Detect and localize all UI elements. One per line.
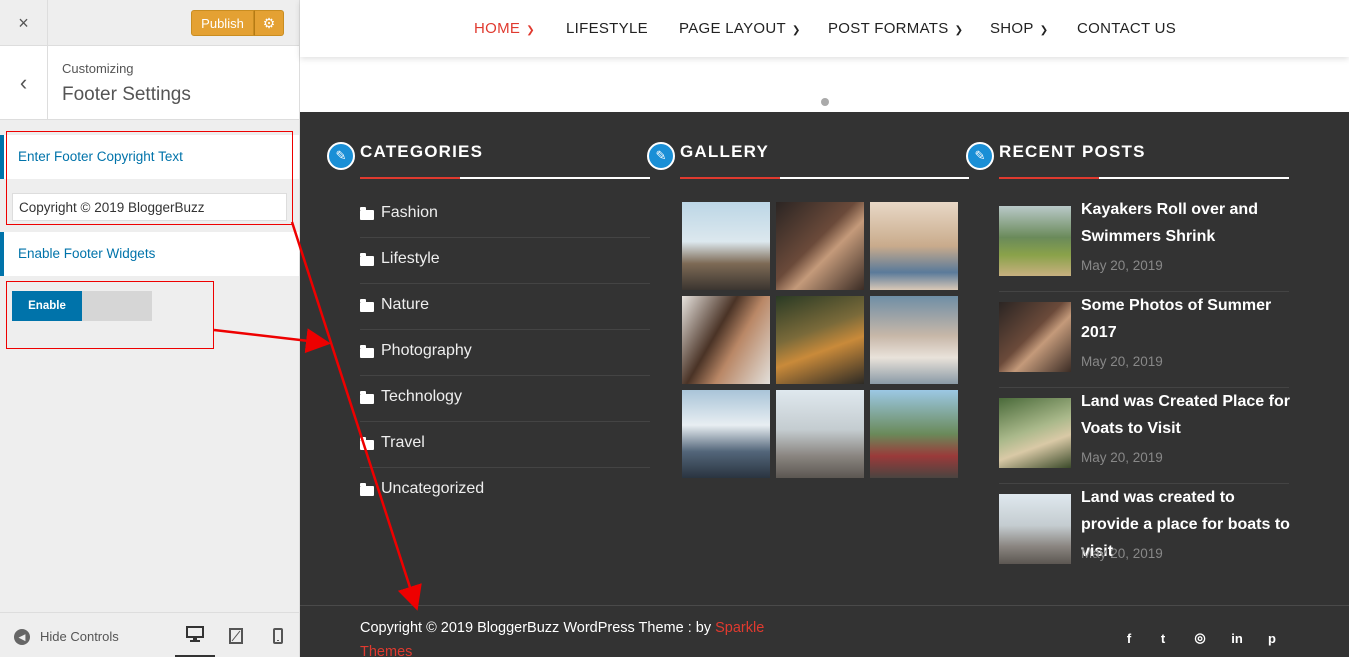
pencil-icon: ✎ [647, 142, 675, 170]
post-date: May 20, 2019 [1081, 354, 1163, 369]
twitter-icon[interactable]: t [1155, 630, 1171, 646]
folder-icon [360, 253, 374, 266]
post-thumbnail[interactable] [999, 398, 1071, 468]
post-date: May 20, 2019 [1081, 546, 1163, 561]
folder-icon [360, 437, 374, 450]
gallery-image[interactable] [776, 390, 864, 478]
gallery-image[interactable] [870, 202, 958, 290]
category-item[interactable]: Uncategorized [360, 468, 650, 514]
recent-post-item[interactable]: Land was created to provide a place for … [999, 484, 1290, 580]
gallery-image[interactable] [870, 296, 958, 384]
gallery-image[interactable] [682, 202, 770, 290]
folder-icon [360, 299, 374, 312]
copyright-text-label: Copyright © 2019 BloggerBuzz WordPress T… [360, 620, 716, 636]
nav-item-post-formats[interactable]: POST FORMATS ❯ [828, 20, 963, 37]
nav-item-home[interactable]: HOME ❯ [474, 20, 535, 37]
title-underline [999, 177, 1289, 179]
recent-post-item[interactable]: Some Photos of Summer 2017 May 20, 2019 [999, 292, 1289, 388]
folder-icon [360, 483, 374, 496]
category-item[interactable]: Photography [360, 330, 650, 376]
slider-dot[interactable] [821, 98, 829, 106]
hide-controls-icon[interactable]: ◀ [14, 629, 30, 645]
folder-icon [360, 391, 374, 404]
gallery-title: GALLERY [680, 142, 769, 161]
category-item[interactable]: Travel [360, 422, 650, 468]
nav-item-contact-us[interactable]: CONTACT US [1077, 20, 1176, 37]
main-navigation [300, 0, 1349, 57]
desktop-icon[interactable] [175, 613, 215, 657]
category-label[interactable]: Technology [381, 388, 462, 406]
post-title[interactable]: Some Photos of Summer 2017 [1081, 292, 1291, 346]
nav-item-shop[interactable]: SHOP ❯ [990, 20, 1048, 37]
recent-post-item[interactable]: Land was Created Place for Voats to Visi… [999, 388, 1291, 484]
pencil-icon: ✎ [966, 142, 994, 170]
category-label[interactable]: Nature [381, 296, 429, 314]
post-thumbnail[interactable] [999, 302, 1071, 372]
gallery-image[interactable] [682, 296, 770, 384]
facebook-icon[interactable]: f [1121, 630, 1137, 646]
category-label[interactable]: Photography [381, 342, 472, 360]
publish-button[interactable]: Publish [191, 10, 254, 36]
pencil-icon: ✎ [327, 142, 355, 170]
hide-controls-label[interactable]: Hide Controls [40, 629, 119, 644]
gear-icon[interactable]: ⚙ [254, 10, 284, 36]
gallery-image[interactable] [870, 390, 958, 478]
post-date: May 20, 2019 [1081, 258, 1163, 273]
back-icon[interactable]: ‹ [0, 46, 48, 120]
gallery-image[interactable] [682, 390, 770, 478]
folder-icon [360, 207, 374, 220]
category-item[interactable]: Nature [360, 284, 650, 330]
instagram-icon[interactable]: ◎ [1192, 630, 1208, 646]
post-title[interactable]: Land was Created Place for Voats to Visi… [1081, 388, 1291, 442]
customizing-label: Customizing [62, 61, 134, 76]
category-item[interactable]: Lifestyle [360, 238, 650, 284]
widgets-section-label: Enable Footer Widgets [18, 246, 156, 261]
gallery-image[interactable] [776, 202, 864, 290]
customizer-sidebar: × Publish ⚙ ‹ Customizing Footer Setting… [0, 0, 300, 657]
category-label[interactable]: Uncategorized [381, 480, 484, 498]
categories-title: CATEGORIES [360, 142, 484, 161]
panel-title: Footer Settings [62, 84, 191, 105]
post-thumbnail[interactable] [999, 206, 1071, 276]
title-underline [360, 177, 650, 179]
recent-post-item[interactable]: Kayakers Roll over and Swimmers Shrink M… [999, 196, 1289, 292]
gallery-image[interactable] [776, 296, 864, 384]
category-item[interactable]: Technology [360, 376, 650, 422]
category-item[interactable]: Fashion [360, 192, 650, 238]
copyright-text: Copyright © 2019 BloggerBuzz WordPress T… [360, 616, 790, 657]
nav-item-page-layout[interactable]: PAGE LAYOUT ❯ [679, 20, 801, 37]
category-label[interactable]: Lifestyle [381, 250, 440, 268]
tablet-icon[interactable] [216, 613, 256, 657]
footer-divider [300, 605, 1349, 606]
post-date: May 20, 2019 [1081, 450, 1163, 465]
close-icon[interactable]: × [0, 0, 48, 46]
post-title[interactable]: Kayakers Roll over and Swimmers Shrink [1081, 196, 1291, 250]
nav-item-lifestyle[interactable]: LIFESTYLE [566, 20, 648, 37]
widgets-section: Enable Footer Widgets [0, 232, 299, 276]
linkedin-icon[interactable]: in [1229, 630, 1245, 646]
recent-posts-title: RECENT POSTS [999, 142, 1146, 161]
customizer-header: × Publish ⚙ [0, 0, 299, 46]
folder-icon [360, 345, 374, 358]
category-label[interactable]: Travel [381, 434, 425, 452]
title-underline [680, 177, 969, 179]
category-label[interactable]: Fashion [381, 204, 438, 222]
panel-header: ‹ Customizing Footer Settings [0, 46, 299, 120]
sidebar-footer: ◀ Hide Controls [0, 612, 299, 657]
pinterest-icon[interactable]: p [1264, 630, 1280, 646]
highlight-box [6, 281, 214, 349]
mobile-icon[interactable] [258, 613, 298, 657]
highlight-box [6, 131, 293, 225]
post-thumbnail[interactable] [999, 494, 1071, 564]
